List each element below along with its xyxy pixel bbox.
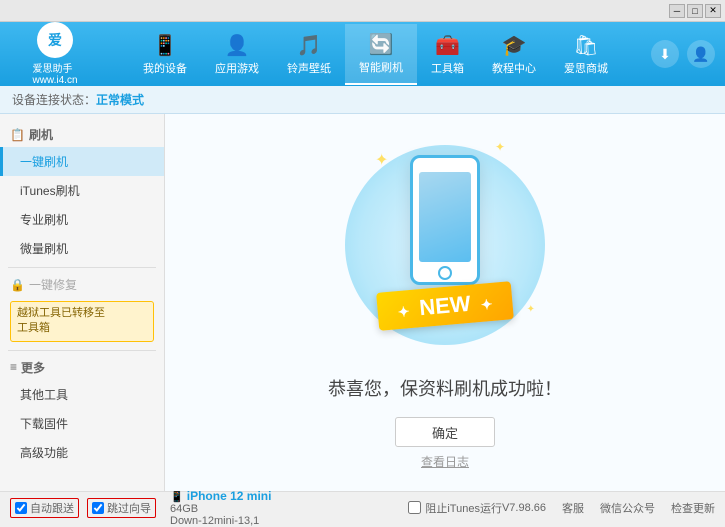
logo-text: 爱思助手 www.i4.cn <box>32 60 77 86</box>
status-value: 正常模式 <box>96 91 144 108</box>
user-btn[interactable]: 👤 <box>687 40 715 68</box>
maximize-btn[interactable]: □ <box>687 4 703 18</box>
skip-wizard-checkbox[interactable] <box>92 502 104 514</box>
rescue-lock-icon: 🔒 <box>10 278 25 292</box>
status-bar: 设备连接状态： 正常模式 <box>0 86 725 114</box>
close-btn[interactable]: ✕ <box>705 4 721 18</box>
flash-section-icon: 📋 <box>10 128 25 142</box>
stop-itunes[interactable]: 阻止iTunes运行 <box>408 500 502 516</box>
logo-icon: 爱 <box>37 22 73 58</box>
header: 爱 爱思助手 www.i4.cn 📱 我的设备 👤 应用游戏 🎵 铃声壁纸 🔄 … <box>0 22 725 86</box>
stop-itunes-checkbox[interactable] <box>408 501 421 514</box>
main-layout: 📋 刷机 一键刷机 iTunes刷机 专业刷机 微量刷机 🔒 一键修复 越狱工具… <box>0 114 725 491</box>
confirm-button[interactable]: 确定 <box>395 417 495 447</box>
nav-items: 📱 我的设备 👤 应用游戏 🎵 铃声壁纸 🔄 智能刷机 🧰 工具箱 🎓 教程中心… <box>100 24 651 85</box>
nav-mall[interactable]: 🛍 爱思商城 <box>550 25 622 84</box>
auto-follow-checkbox-item: 自动跟送 <box>10 498 79 518</box>
bottom-right: V7.98.66 客服 微信公众号 检查更新 <box>502 500 715 516</box>
link-customer-service[interactable]: 客服 <box>562 500 584 516</box>
my-device-icon: 📱 <box>153 33 178 58</box>
sidebar-item-itunes-flash[interactable]: iTunes刷机 <box>0 176 164 205</box>
sidebar-item-advanced[interactable]: 高级功能 <box>0 438 164 467</box>
sparkle-2: ✦ <box>495 140 505 154</box>
content-area: ✦ ✦ ✦ NEW 恭喜您，保资料刷机成功啦！ 确定 查看日志 <box>165 114 725 491</box>
sidebar-notice: 越狱工具已转移至工具箱 <box>10 301 154 342</box>
title-bar: ─ □ ✕ <box>0 0 725 22</box>
sidebar-item-pro-flash[interactable]: 专业刷机 <box>0 205 164 234</box>
auto-follow-checkbox[interactable] <box>15 502 27 514</box>
toolbox-icon: 🧰 <box>435 33 460 58</box>
bottom-left: 自动跟送 跳过向导 📱 iPhone 12 mini 64GB Down-12m… <box>10 489 408 527</box>
sparkle-1: ✦ <box>375 150 388 170</box>
ringtone-icon: 🎵 <box>297 33 322 58</box>
smart-flash-icon: 🔄 <box>369 32 394 57</box>
link-check-update[interactable]: 检查更新 <box>671 500 715 516</box>
nav-my-device[interactable]: 📱 我的设备 <box>129 25 201 84</box>
phone-home-btn <box>438 266 452 280</box>
app-game-icon: 👤 <box>225 33 250 58</box>
sidebar-item-one-key-flash[interactable]: 一键刷机 <box>0 147 164 176</box>
phone-illustration: ✦ ✦ ✦ NEW <box>345 135 545 355</box>
device-model: Down-12mini-13,1 <box>170 515 271 527</box>
sidebar-section-rescue: 🔒 一键修复 <box>0 272 164 297</box>
download-btn[interactable]: ⬇ <box>651 40 679 68</box>
logo-area: 爱 爱思助手 www.i4.cn <box>0 22 100 86</box>
minimize-btn[interactable]: ─ <box>669 4 685 18</box>
nav-ringtone[interactable]: 🎵 铃声壁纸 <box>273 25 345 84</box>
device-info: 📱 iPhone 12 mini 64GB Down-12mini-13,1 <box>170 489 271 527</box>
mall-icon: 🛍 <box>573 33 598 58</box>
device-storage: 64GB <box>170 503 271 515</box>
skip-wizard-checkbox-item: 跳过向导 <box>87 498 156 518</box>
sidebar-item-download-firmware[interactable]: 下载固件 <box>0 409 164 438</box>
nav-right: ⬇ 👤 <box>651 40 725 68</box>
divider-2 <box>8 350 156 351</box>
sidebar-section-more: ≡ 更多 <box>0 355 164 380</box>
nav-smart-flash[interactable]: 🔄 智能刷机 <box>345 24 417 85</box>
sparkle-3: ✦ <box>527 304 535 315</box>
device-icon: 📱 <box>170 491 184 503</box>
sidebar-section-flash: 📋 刷机 <box>0 122 164 147</box>
success-message: 恭喜您，保资料刷机成功啦！ <box>328 375 562 401</box>
nav-toolbox[interactable]: 🧰 工具箱 <box>417 25 478 84</box>
more-section-icon: ≡ <box>10 360 17 374</box>
divider-1 <box>8 267 156 268</box>
phone-screen <box>419 172 471 262</box>
view-log-link[interactable]: 查看日志 <box>421 453 469 470</box>
nav-app-game[interactable]: 👤 应用游戏 <box>201 25 273 84</box>
bottom-bar: 自动跟送 跳过向导 📱 iPhone 12 mini 64GB Down-12m… <box>0 491 725 523</box>
phone-device <box>410 155 480 285</box>
link-wechat[interactable]: 微信公众号 <box>600 500 655 516</box>
nav-tutorial[interactable]: 🎓 教程中心 <box>478 25 550 84</box>
version-label: V7.98.66 <box>502 502 546 514</box>
sidebar: 📋 刷机 一键刷机 iTunes刷机 专业刷机 微量刷机 🔒 一键修复 越狱工具… <box>0 114 165 491</box>
sidebar-item-micro-flash[interactable]: 微量刷机 <box>0 234 164 263</box>
tutorial-icon: 🎓 <box>502 33 527 58</box>
sidebar-item-other-tools[interactable]: 其他工具 <box>0 380 164 409</box>
